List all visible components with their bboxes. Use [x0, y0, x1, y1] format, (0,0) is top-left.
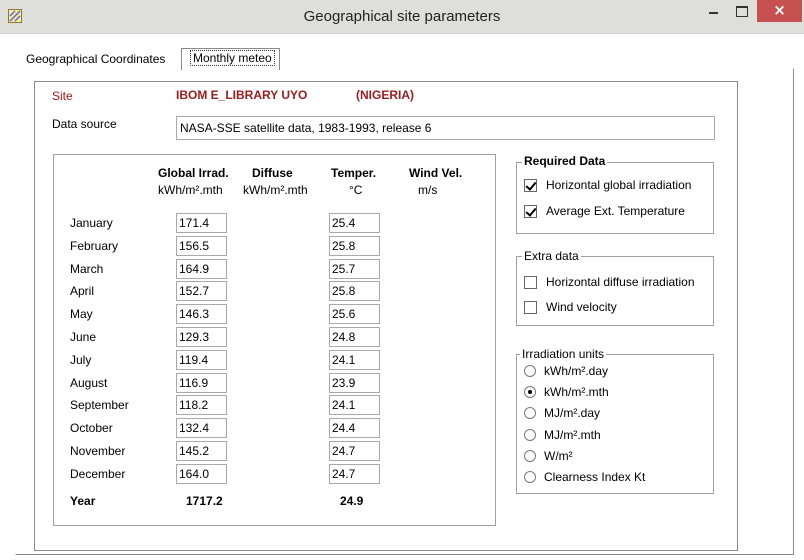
global-irradiation-input[interactable]: 116.9	[176, 372, 227, 393]
month-label: March	[70, 261, 104, 276]
radio-label: kWh/m².mth	[544, 385, 609, 400]
checkbox-average-ext-temperature[interactable]: Average Ext. Temperature	[524, 204, 685, 218]
temperature-input[interactable]: 25.8	[329, 235, 380, 256]
global-irradiation-input[interactable]: 164.0	[176, 463, 227, 484]
global-irradiation-input[interactable]: 164.9	[176, 258, 227, 279]
maximize-button[interactable]	[728, 0, 755, 22]
checkbox-horizontal-diffuse-irradiation[interactable]: Horizontal diffuse irradiation	[524, 275, 695, 289]
unit-global-irradiation: kWh/m².mth	[158, 183, 223, 197]
radio-label: MJ/m².mth	[544, 427, 601, 442]
header-global-irradiation: Global Irrad.	[158, 166, 229, 180]
checkbox-horizontal-global-irradiation[interactable]: Horizontal global irradiation	[524, 178, 691, 192]
month-label: April	[70, 284, 95, 299]
temperature-input[interactable]: 24.1	[329, 349, 380, 370]
radio-button	[524, 407, 536, 420]
month-label: August	[70, 375, 108, 390]
tab-monthly-meteo[interactable]: Monthly meteo	[181, 48, 280, 70]
header-temperature: Temper.	[331, 166, 377, 180]
checkbox-label: Wind velocity	[546, 300, 617, 314]
radio-unit-option[interactable]: kWh/m².day	[524, 364, 608, 378]
month-label: February	[70, 238, 119, 253]
global-irradiation-input[interactable]: 145.2	[176, 441, 227, 461]
close-button[interactable]: ×	[757, 0, 802, 22]
month-label: December	[70, 466, 126, 481]
global-irradiation-input[interactable]: 119.4	[176, 349, 227, 370]
temperature-input[interactable]: 25.8	[329, 281, 380, 302]
global-irradiation-input[interactable]: 129.3	[176, 327, 227, 347]
checkbox-label: Average Ext. Temperature	[546, 204, 685, 218]
month-label: September	[70, 398, 129, 413]
radio-button	[524, 471, 536, 483]
extra-data-title: Extra data	[522, 249, 581, 263]
site-name: IBOM E_LIBRARY UYO	[176, 88, 308, 102]
extra-data-group	[516, 256, 714, 326]
radio-unit-option[interactable]: MJ/m².day	[524, 406, 600, 420]
radio-unit-option[interactable]: W/m²	[524, 449, 573, 463]
month-label: October	[70, 421, 113, 436]
global-irradiation-input[interactable]: 118.2	[176, 395, 227, 416]
header-diffuse: Diffuse	[252, 166, 293, 180]
year-temperature: 24.9	[340, 494, 364, 508]
site-country: (NIGERIA)	[356, 88, 414, 102]
radio-label: MJ/m².day	[544, 406, 601, 421]
radio-label: W/m²	[544, 448, 573, 463]
global-irradiation-input[interactable]: 146.3	[176, 304, 227, 325]
temperature-input[interactable]: 25.6	[329, 304, 380, 325]
radio-unit-option[interactable]: Clearness Index Kt	[524, 470, 645, 484]
radio-unit-option[interactable]: MJ/m².mth	[524, 428, 601, 442]
radio-label: kWh/m².day	[544, 364, 609, 378]
temperature-input[interactable]: 24.4	[329, 418, 380, 439]
data-source-field[interactable]: NASA-SSE satellite data, 1983-1993, rele…	[176, 116, 715, 140]
month-label: July	[70, 352, 92, 367]
unit-temperature: °C	[349, 183, 363, 197]
global-irradiation-input[interactable]: 132.4	[176, 418, 227, 439]
checkbox-box	[524, 300, 537, 314]
tab-monthly-meteo-label: Monthly meteo	[190, 50, 275, 66]
global-irradiation-input[interactable]: 152.7	[176, 281, 227, 302]
global-irradiation-input[interactable]: 156.5	[176, 235, 227, 256]
unit-diffuse: kWh/m².mth	[243, 183, 308, 197]
header-wind-velocity: Wind Vel.	[409, 166, 463, 180]
checkbox-wind-velocity[interactable]: Wind velocity	[524, 300, 617, 314]
year-global-irradiation: 1717.2	[186, 494, 223, 508]
checkbox-label: Horizontal diffuse irradiation	[546, 275, 695, 289]
global-irradiation-input[interactable]: 171.4	[176, 213, 227, 233]
temperature-input[interactable]: 25.4	[329, 213, 380, 233]
window-title: Geographical site parameters	[303, 8, 501, 25]
month-label: May	[70, 307, 93, 322]
temperature-input[interactable]: 23.9	[329, 372, 380, 393]
data-source-label: Data source	[52, 117, 117, 131]
radio-unit-option[interactable]: kWh/m².mth	[524, 385, 609, 399]
checkbox-box	[524, 275, 537, 289]
unit-wind-velocity: m/s	[418, 183, 438, 197]
irradiation-units-title: Irradiation units	[520, 347, 607, 361]
radio-button	[524, 449, 536, 462]
temperature-input[interactable]: 24.1	[329, 395, 380, 416]
tab-geographical-coordinates[interactable]: Geographical Coordinates	[26, 52, 165, 66]
temperature-input[interactable]: 24.8	[329, 327, 380, 347]
required-data-group	[516, 162, 714, 234]
radio-label: Clearness Index Kt	[544, 470, 646, 484]
radio-button	[524, 365, 536, 377]
title-bar: Geographical site parameters ×	[0, 0, 804, 34]
month-label: January	[70, 216, 113, 230]
checkbox-label: Horizontal global irradiation	[546, 178, 692, 192]
site-label: Site	[52, 89, 73, 103]
checkbox-box	[524, 204, 537, 218]
required-data-title: Required Data	[522, 154, 608, 168]
temperature-input[interactable]: 24.7	[329, 441, 380, 461]
checkbox-box	[524, 178, 537, 192]
temperature-input[interactable]: 24.7	[329, 463, 380, 484]
year-label: Year	[70, 494, 96, 508]
radio-button	[524, 428, 536, 441]
temperature-input[interactable]: 25.7	[329, 258, 380, 279]
radio-button	[524, 386, 536, 399]
month-label: June	[70, 330, 97, 344]
minimize-button[interactable]	[700, 0, 728, 22]
month-label: November	[70, 444, 126, 458]
